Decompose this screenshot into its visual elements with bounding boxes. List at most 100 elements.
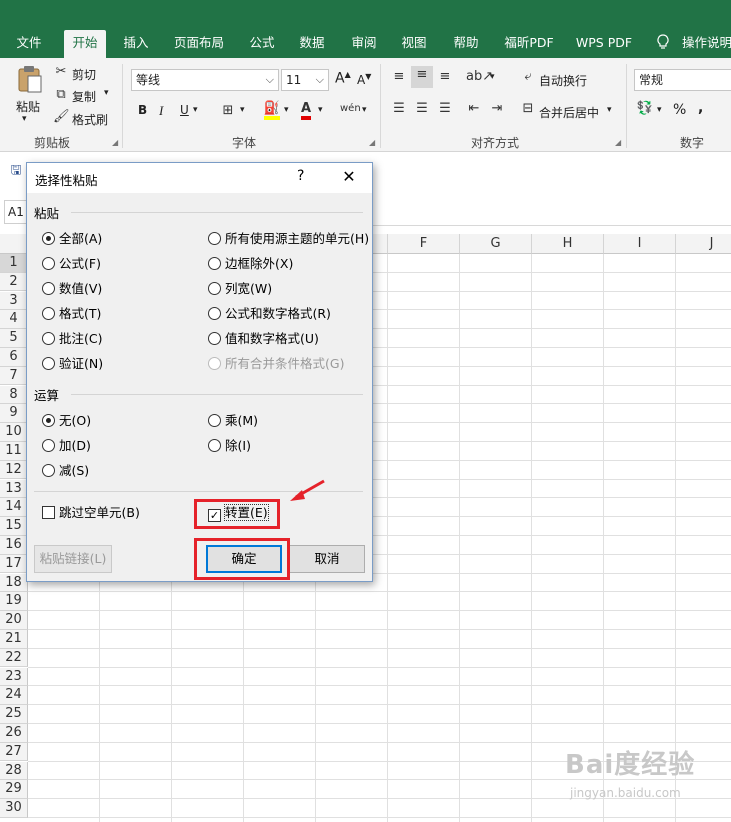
fill-color-icon[interactable]: ⛽: [263, 100, 281, 120]
paste-dropdown-icon[interactable]: ▾: [22, 114, 27, 124]
row-header[interactable]: 12: [0, 460, 28, 480]
dialog-title-bar[interactable]: 选择性粘贴 ? ✕: [27, 163, 372, 193]
fill-dropdown-icon[interactable]: ▾: [284, 105, 289, 115]
row-header[interactable]: 24: [0, 686, 28, 705]
align-center-icon[interactable]: ☰: [413, 100, 431, 118]
radio-operation-divide[interactable]: 除(I): [208, 438, 251, 456]
merge-dropdown-icon[interactable]: ▾: [607, 105, 612, 115]
font-grow-button[interactable]: A▲: [335, 70, 351, 87]
underline-button[interactable]: U: [180, 103, 189, 117]
save-icon[interactable]: 🖫: [8, 162, 24, 180]
scissors-icon[interactable]: ✂: [53, 63, 69, 81]
row-header[interactable]: 1: [0, 254, 28, 273]
help-button[interactable]: ?: [297, 168, 311, 184]
copy-button[interactable]: 复制: [72, 88, 96, 105]
bold-button[interactable]: B: [138, 103, 147, 117]
underline-dropdown-icon[interactable]: ▾: [193, 105, 198, 115]
row-header[interactable]: 14: [0, 498, 28, 517]
radio-paste-source-theme[interactable]: 所有使用源主题的单元(H): [208, 231, 369, 249]
radio-paste-all[interactable]: 全部(A): [42, 231, 102, 249]
font-launcher-icon[interactable]: ◢: [369, 138, 375, 147]
row-header[interactable]: 30: [0, 799, 28, 818]
row-header[interactable]: 25: [0, 705, 28, 724]
accounting-dropdown-icon[interactable]: ▾: [657, 105, 662, 115]
percent-button[interactable]: %: [673, 102, 686, 118]
merge-center-icon[interactable]: ⊟: [520, 100, 536, 118]
row-header[interactable]: 20: [0, 611, 28, 630]
tab-home[interactable]: 开始: [64, 30, 106, 58]
column-header-f[interactable]: F: [388, 234, 460, 254]
border-icon[interactable]: ⊞: [220, 102, 236, 120]
align-middle-icon[interactable]: ≡: [411, 66, 433, 88]
radio-paste-formulas-number-formats[interactable]: 公式和数字格式(R): [208, 306, 331, 324]
tab-foxit-pdf[interactable]: 福昕PDF: [498, 30, 560, 58]
row-header[interactable]: 23: [0, 667, 28, 687]
tab-view[interactable]: 视图: [394, 30, 434, 58]
radio-operation-add[interactable]: 加(D): [42, 438, 91, 456]
row-header[interactable]: 21: [0, 630, 28, 649]
radio-paste-except-borders[interactable]: 边框除外(X): [208, 256, 293, 274]
copy-dropdown-icon[interactable]: ▾: [104, 88, 109, 98]
font-color-dropdown-icon[interactable]: ▾: [318, 105, 323, 115]
copy-icon[interactable]: ⧉: [53, 86, 69, 104]
column-header-i[interactable]: I: [604, 234, 676, 254]
tab-insert[interactable]: 插入: [116, 30, 156, 58]
row-header[interactable]: 26: [0, 724, 28, 743]
font-color-icon[interactable]: A: [298, 100, 314, 120]
decrease-indent-icon[interactable]: ⇤: [465, 100, 483, 118]
row-header[interactable]: 18: [0, 573, 28, 593]
format-painter-button[interactable]: 格式刷: [72, 111, 108, 128]
row-header[interactable]: 7: [0, 366, 28, 386]
radio-operation-none[interactable]: 无(O): [42, 413, 91, 431]
merge-center-button[interactable]: 合并后居中: [539, 104, 599, 121]
font-shrink-button[interactable]: A▼: [357, 72, 371, 87]
radio-paste-validation[interactable]: 验证(N): [42, 356, 103, 374]
phonetic-dropdown-icon[interactable]: ▾: [362, 105, 367, 115]
row-header[interactable]: 28: [0, 761, 28, 781]
align-left-icon[interactable]: ☰: [390, 100, 408, 118]
phonetic-icon[interactable]: wén: [340, 100, 361, 118]
tab-formulas[interactable]: 公式: [242, 30, 282, 58]
row-header[interactable]: 6: [0, 348, 28, 367]
font-name-combo[interactable]: 等线 ⌵: [131, 69, 279, 91]
row-header[interactable]: 15: [0, 517, 28, 536]
row-header[interactable]: 9: [0, 404, 28, 423]
align-top-icon[interactable]: ≡: [390, 68, 408, 86]
tab-page-layout[interactable]: 页面布局: [168, 30, 230, 58]
radio-paste-comments[interactable]: 批注(C): [42, 331, 102, 349]
tab-help[interactable]: 帮助: [446, 30, 486, 58]
row-header[interactable]: 16: [0, 536, 28, 555]
tab-tell-me[interactable]: 操作说明: [682, 30, 731, 58]
row-header[interactable]: 3: [0, 291, 28, 311]
cut-button[interactable]: 剪切: [72, 66, 96, 83]
tab-review[interactable]: 审阅: [344, 30, 384, 58]
row-header[interactable]: 8: [0, 385, 28, 405]
wrap-text-button[interactable]: 自动换行: [539, 72, 587, 89]
row-header[interactable]: 2: [0, 272, 28, 292]
row-header[interactable]: 29: [0, 780, 28, 799]
formula-bar[interactable]: [372, 198, 731, 226]
radio-paste-values[interactable]: 数值(V): [42, 281, 102, 299]
italic-button[interactable]: I: [159, 103, 163, 119]
increase-indent-icon[interactable]: ⇥: [488, 100, 506, 118]
row-header[interactable]: 17: [0, 554, 28, 574]
radio-operation-subtract[interactable]: 减(S): [42, 463, 89, 481]
radio-operation-multiply[interactable]: 乘(M): [208, 413, 258, 431]
accounting-format-icon[interactable]: 💱: [636, 100, 654, 118]
row-header[interactable]: 11: [0, 442, 28, 461]
row-header[interactable]: 13: [0, 479, 28, 499]
column-header-h[interactable]: H: [532, 234, 604, 254]
align-right-icon[interactable]: ☰: [436, 100, 454, 118]
align-bottom-icon[interactable]: ≡: [436, 68, 454, 86]
radio-paste-values-number-formats[interactable]: 值和数字格式(U): [208, 331, 319, 349]
tab-data[interactable]: 数据: [292, 30, 332, 58]
orientation-dropdown-icon[interactable]: ▾: [490, 72, 495, 82]
skip-blanks-checkbox[interactable]: 跳过空单元(B): [42, 505, 140, 523]
tab-wps-pdf[interactable]: WPS PDF: [572, 30, 636, 58]
clipboard-launcher-icon[interactable]: ◢: [112, 138, 118, 147]
cancel-button[interactable]: 取消: [289, 545, 365, 573]
font-size-combo[interactable]: 11 ⌵: [281, 69, 329, 91]
orientation-icon[interactable]: ab↗: [466, 68, 493, 86]
radio-paste-column-widths[interactable]: 列宽(W): [208, 281, 272, 299]
row-header[interactable]: 10: [0, 423, 28, 442]
